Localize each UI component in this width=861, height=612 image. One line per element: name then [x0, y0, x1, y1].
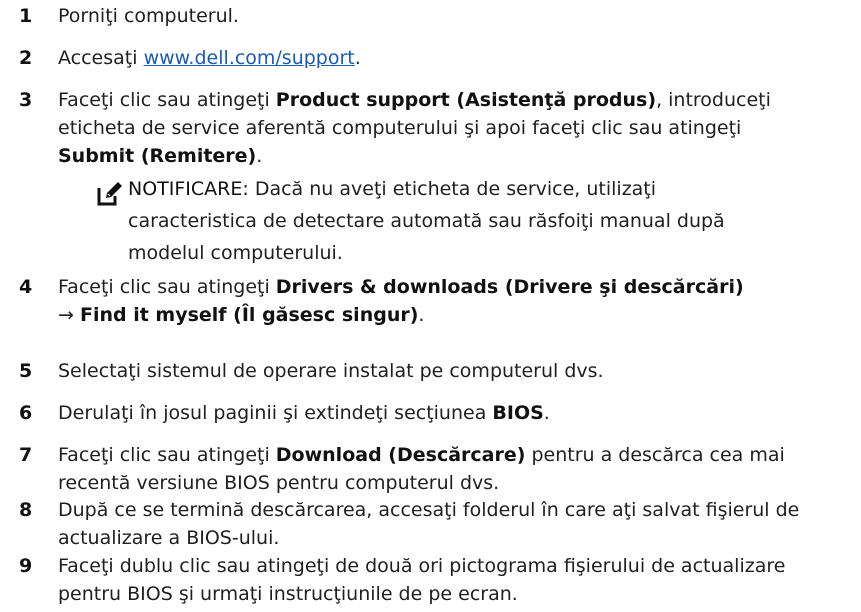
text-run: . [418, 304, 425, 326]
step-text: Accesaţi www.dell.com/support. [58, 44, 857, 72]
bold-term: Download (Descărcare) [275, 444, 526, 466]
bold-term: Drivers & downloads (Drivere şi descărcă… [275, 276, 744, 298]
step-number: 8 [19, 499, 33, 521]
text-run: Derulaţi în josul paginii şi extindeţi s… [58, 402, 493, 424]
text-run: . [354, 47, 361, 69]
note-label: NOTIFICARE: [128, 178, 249, 200]
note-text: NOTIFICARE: Dacă nu aveţi eticheta de se… [128, 173, 748, 269]
step-text: Faceţi clic sau atingeţi Download (Descă… [58, 441, 857, 497]
step-number: 5 [19, 360, 33, 382]
text-run: Faceţi clic sau atingeţi [58, 444, 276, 466]
bold-term: BIOS [492, 402, 544, 424]
step-text: Faceţi clic sau atingeţi Drivers & downl… [58, 273, 761, 329]
step-number: 3 [19, 89, 33, 111]
step-number: 7 [19, 444, 33, 466]
document-page: 1 Porniţi computerul. 2 Accesaţi www.del… [0, 0, 861, 612]
text-run: Faceţi dublu clic sau atingeţi de două o… [58, 555, 786, 605]
step-text: După ce se termină descărcarea, accesaţi… [58, 496, 857, 552]
step-text: Selectaţi sistemul de operare instalat p… [58, 357, 857, 385]
step-number: 2 [19, 47, 33, 69]
step-number: 6 [19, 402, 33, 424]
step-number: 9 [19, 555, 33, 577]
bold-term: Product support (Asistenţă produs) [275, 89, 657, 111]
text-run: Faceţi clic sau atingeţi [58, 276, 276, 298]
step-number: 1 [19, 5, 33, 27]
text-run: . [543, 402, 550, 424]
step-text: Porniţi computerul. [58, 2, 857, 30]
text-run: După ce se termină descărcarea, accesaţi… [58, 499, 800, 549]
step-text: Faceţi clic sau atingeţi Product support… [58, 86, 821, 170]
pencil-note-icon [97, 182, 122, 206]
step-text: Faceţi dublu clic sau atingeţi de două o… [58, 552, 821, 608]
text-run: Faceţi clic sau atingeţi [58, 89, 276, 111]
text-run: Porniţi computerul. [58, 5, 239, 27]
text-run: Selectaţi sistemul de operare instalat p… [58, 360, 604, 382]
text-run: → [58, 304, 80, 326]
bold-term: Submit (Remitere) [58, 145, 257, 167]
support-link[interactable]: www.dell.com/support [144, 47, 355, 69]
text-run: Accesaţi [58, 47, 144, 69]
step-number: 4 [19, 276, 33, 298]
text-run: . [256, 145, 263, 167]
step-text: Derulaţi în josul paginii şi extindeţi s… [58, 399, 857, 427]
bold-term: Find it myself (Îl găsesc singur) [79, 304, 419, 326]
